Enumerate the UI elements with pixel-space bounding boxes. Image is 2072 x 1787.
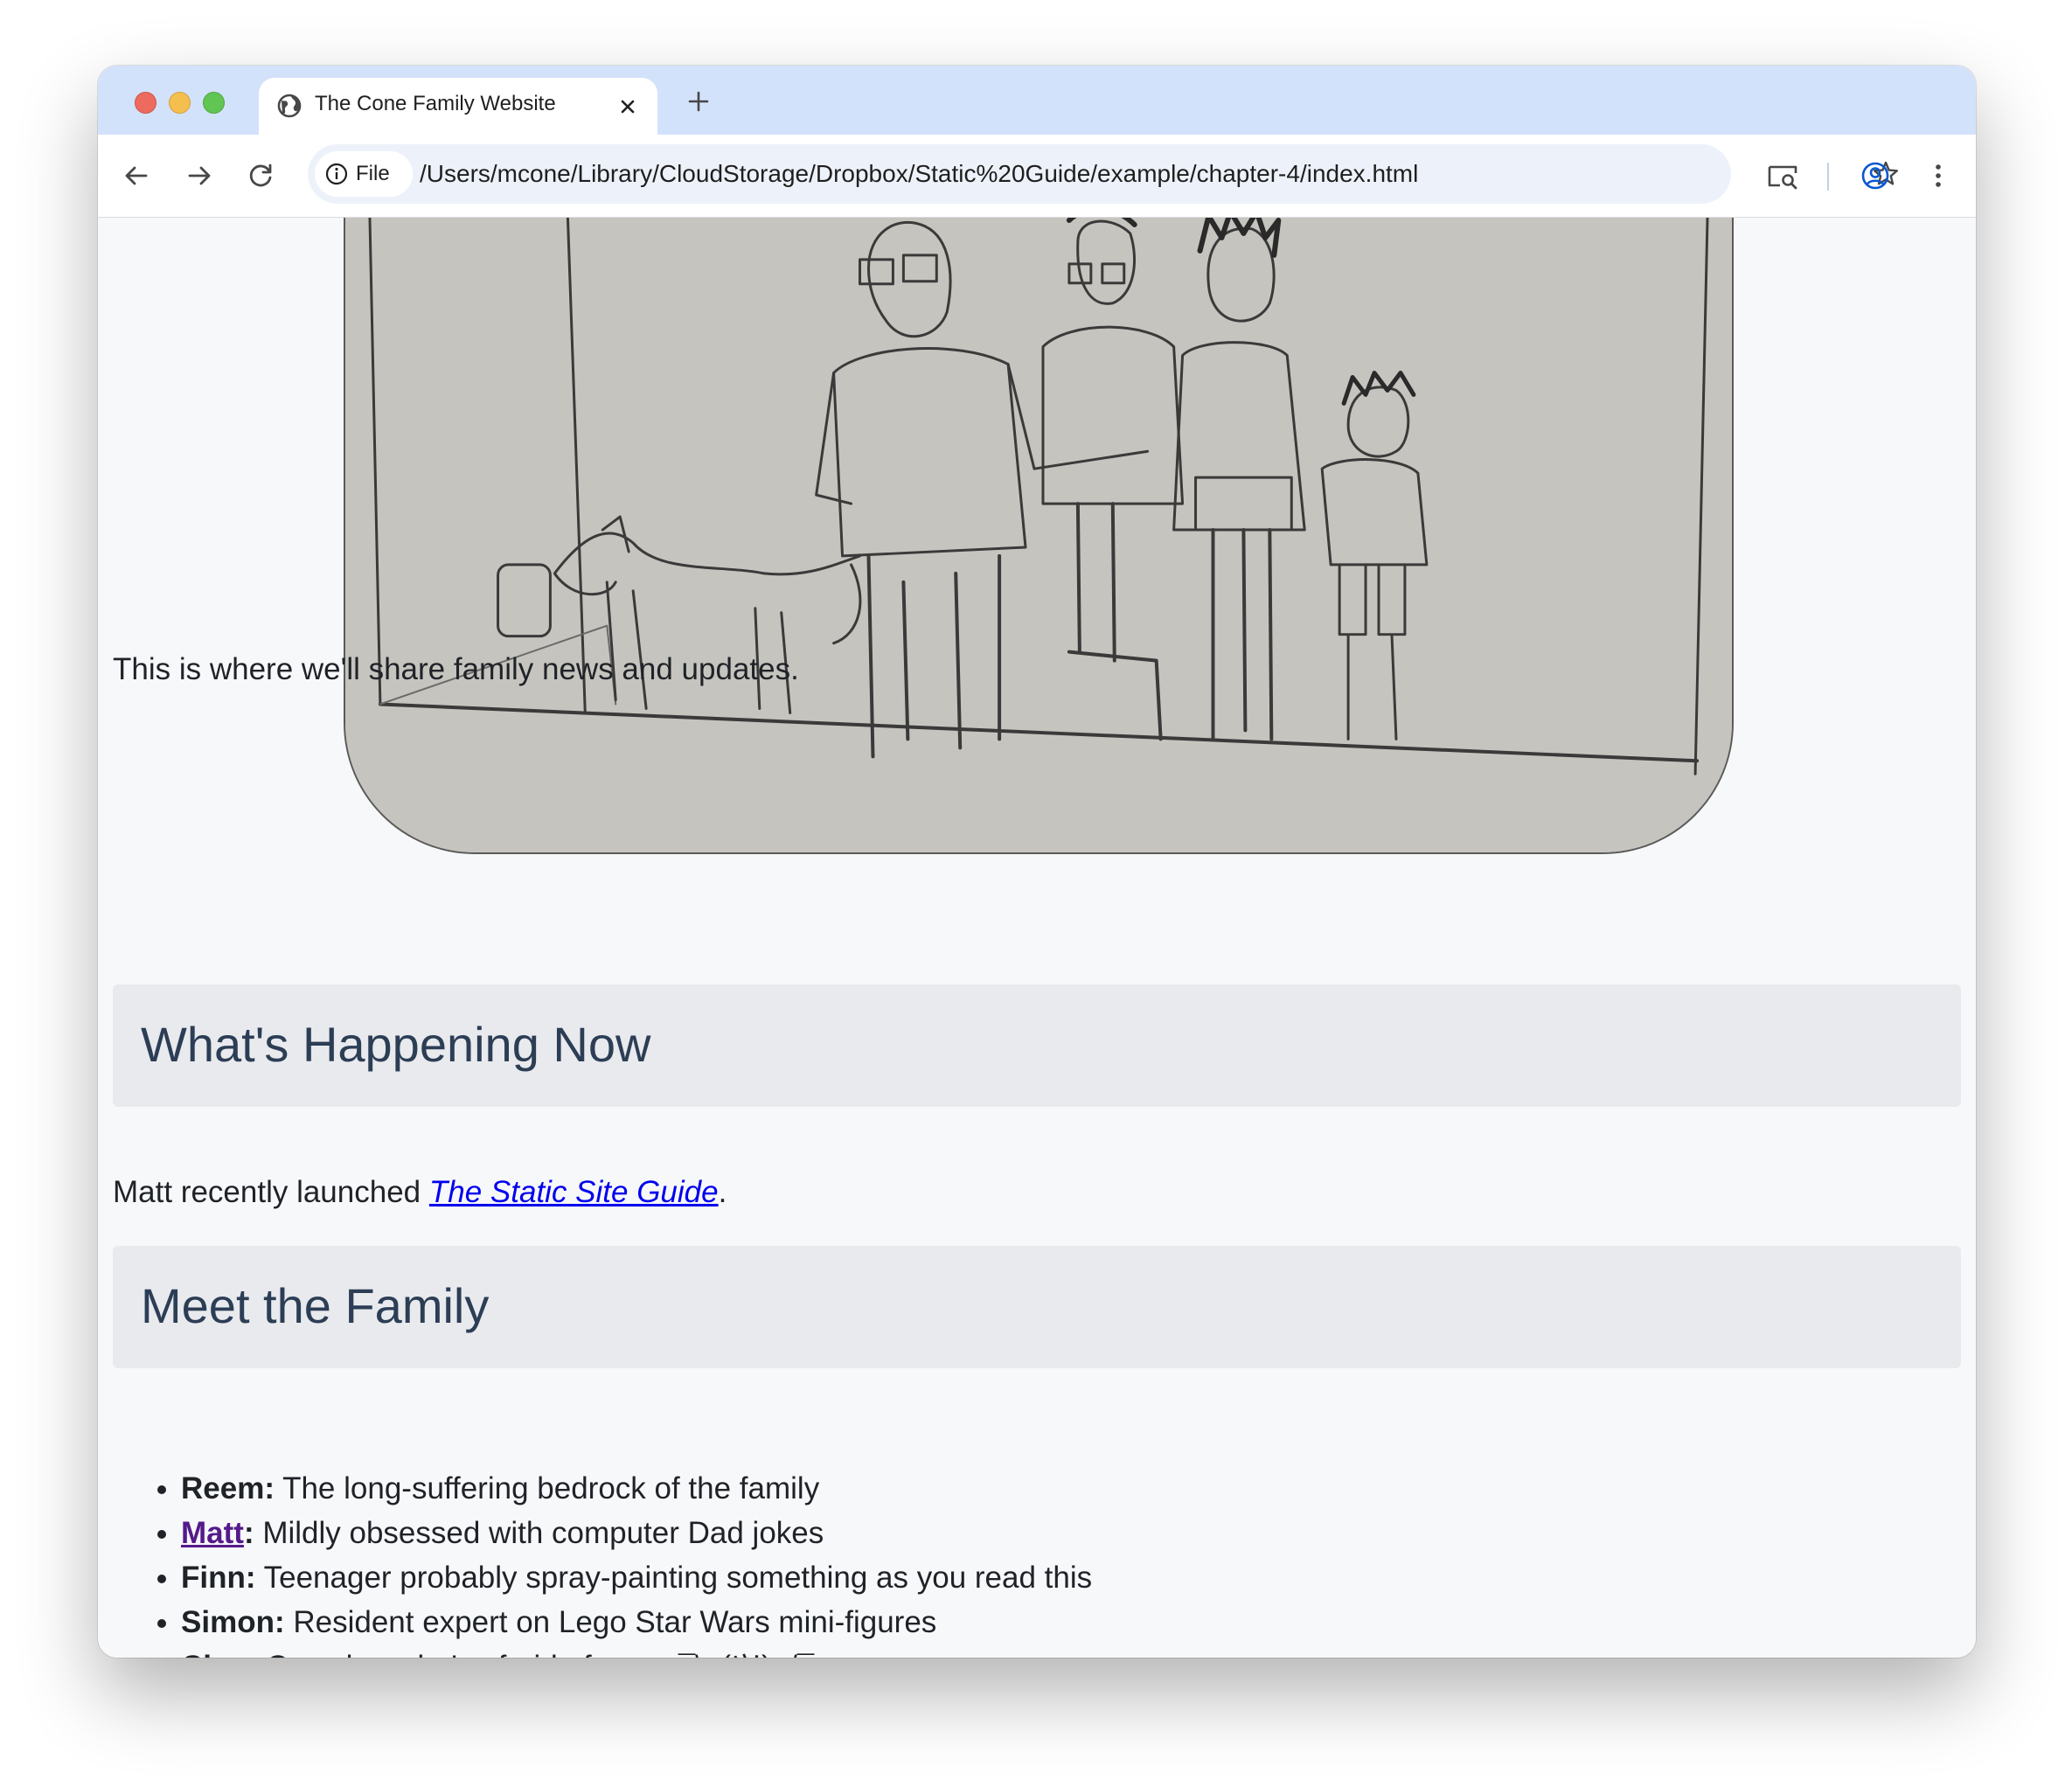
- profile-icon[interactable]: [1859, 159, 1892, 192]
- member-desc: The long-suffering bedrock of the family: [274, 1471, 820, 1505]
- address-bar[interactable]: File /Users/mcone/Library/CloudStorage/D…: [308, 144, 1898, 204]
- section-heading-family: Meet the Family: [113, 1246, 1961, 1368]
- browser-toolbar: File /Users/mcone/Library/CloudStorage/D…: [98, 135, 1976, 218]
- heading-text: What's Happening Now: [141, 1017, 651, 1072]
- list-item: Matt: Mildly obsessed with computer Dad …: [181, 1511, 1092, 1555]
- active-tab[interactable]: The Cone Family Website: [259, 78, 657, 136]
- intro-text: This is where we'll share family news an…: [113, 652, 799, 686]
- member-desc: Resident expert on Lego Star Wars mini-f…: [284, 1605, 937, 1639]
- plus-icon[interactable]: [685, 88, 712, 115]
- browser-window: The Cone Family Website File /Users/mcon…: [98, 66, 1976, 1658]
- globe-icon: [277, 94, 302, 118]
- heading-text: Meet the Family: [141, 1278, 490, 1333]
- reload-icon[interactable]: [247, 161, 276, 191]
- member-name: Finn:: [181, 1561, 256, 1595]
- tab-title: The Cone Family Website: [315, 92, 556, 115]
- list-item: Finn: Teenager probably spray-painting s…: [181, 1555, 1092, 1600]
- back-arrow-icon[interactable]: [122, 161, 151, 191]
- static-site-guide-link[interactable]: The Static Site Guide: [429, 1175, 719, 1209]
- paragraph-text: Matt recently launched: [113, 1175, 429, 1209]
- forward-arrow-icon[interactable]: [184, 161, 214, 191]
- family-drawing-image: [344, 218, 1734, 854]
- member-desc: Cow dog who's afraid of cows ¯\_(ツ)_/¯: [258, 1650, 814, 1658]
- list-item: Reem: The long-suffering bedrock of the …: [181, 1466, 1092, 1511]
- member-desc: Teenager probably spray-painting somethi…: [255, 1561, 1093, 1595]
- member-name-separator: :: [243, 1516, 254, 1550]
- close-window-button[interactable]: [135, 92, 156, 114]
- toolbar-separator: [1827, 163, 1829, 191]
- member-desc: Mildly obsessed with computer Dad jokes: [254, 1516, 824, 1550]
- list-item: Cleo: Cow dog who's afraid of cows ¯\_(ツ…: [181, 1644, 1092, 1658]
- info-icon: [325, 163, 348, 185]
- cast-search-icon[interactable]: [1766, 159, 1799, 192]
- member-name: Reem:: [181, 1471, 275, 1505]
- family-member-list: Reem: The long-suffering bedrock of the …: [137, 1466, 1092, 1658]
- minimize-window-button[interactable]: [169, 92, 191, 114]
- matt-link[interactable]: Matt: [181, 1516, 244, 1550]
- kebab-menu-icon[interactable]: [1922, 159, 1955, 192]
- page-viewport: This is where we'll share family news an…: [98, 218, 1976, 1658]
- launch-paragraph: Matt recently launched The Static Site G…: [113, 1175, 727, 1210]
- tab-strip: The Cone Family Website: [98, 66, 1976, 136]
- member-name: Cleo:: [181, 1650, 258, 1658]
- chip-label: File: [356, 162, 390, 185]
- site-info-chip[interactable]: File: [315, 151, 413, 197]
- close-icon[interactable]: [615, 94, 640, 119]
- paragraph-period: .: [718, 1175, 727, 1209]
- member-name: Simon:: [181, 1605, 285, 1639]
- url-text[interactable]: /Users/mcone/Library/CloudStorage/Dropbo…: [420, 160, 1418, 188]
- section-heading-happening: What's Happening Now: [113, 984, 1961, 1107]
- maximize-window-button[interactable]: [203, 92, 225, 114]
- list-item: Simon: Resident expert on Lego Star Wars…: [181, 1600, 1092, 1644]
